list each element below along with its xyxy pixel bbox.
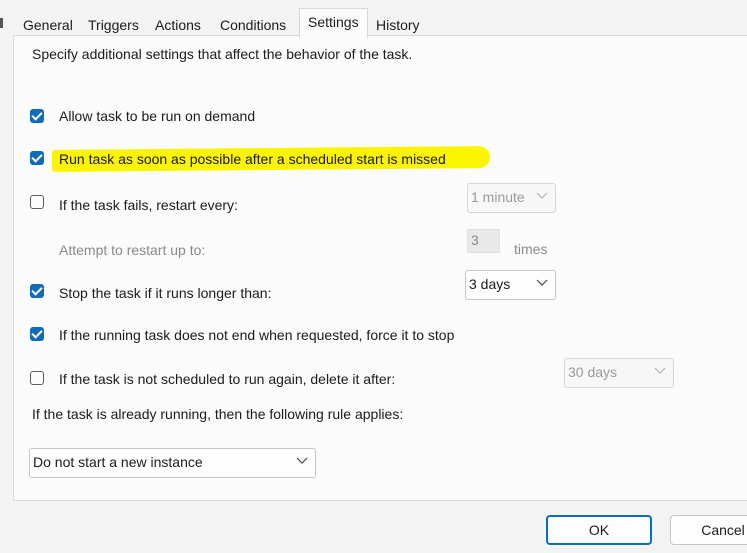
- settings-panel: [13, 35, 747, 501]
- checkbox-restart-on-fail[interactable]: [30, 195, 44, 209]
- window-edge-marker: [0, 18, 3, 28]
- label-run-missed: Run task as soon as possible after a sch…: [59, 151, 446, 167]
- tab-actions[interactable]: Actions: [155, 14, 201, 36]
- description-text: Specify additional settings that affect …: [32, 46, 413, 62]
- tab-triggers[interactable]: Triggers: [88, 14, 139, 36]
- tab-general[interactable]: General: [23, 14, 73, 36]
- label-delete-if-not-scheduled: If the task is not scheduled to run agai…: [59, 371, 396, 387]
- label-times: times: [514, 241, 548, 257]
- chevron-down-icon: [536, 279, 548, 286]
- checkbox-force-stop[interactable]: [30, 327, 44, 341]
- ok-button[interactable]: OK: [546, 515, 652, 545]
- running-rule-value: Do not start a new instance: [33, 454, 203, 470]
- tab-settings[interactable]: Settings: [299, 8, 368, 38]
- checkbox-stop-if-longer[interactable]: [30, 284, 44, 298]
- restart-attempts-input[interactable]: 3: [467, 229, 500, 253]
- delete-duration-select[interactable]: 30 days: [564, 358, 674, 388]
- chevron-down-icon: [654, 367, 666, 374]
- restart-interval-value: 1 minute: [471, 189, 525, 205]
- restart-attempts-value: 3: [471, 232, 479, 248]
- label-stop-if-longer: Stop the task if it runs longer than:: [59, 285, 272, 301]
- chevron-down-icon: [536, 192, 548, 199]
- stop-duration-select[interactable]: 3 days: [465, 270, 556, 300]
- label-force-stop: If the running task does not end when re…: [59, 327, 455, 343]
- tab-history[interactable]: History: [376, 14, 420, 36]
- label-running-rule: If the task is already running, then the…: [32, 406, 404, 422]
- stop-duration-value: 3 days: [469, 276, 511, 292]
- running-rule-select[interactable]: Do not start a new instance: [29, 448, 316, 478]
- checkbox-allow-on-demand[interactable]: [30, 109, 44, 123]
- checkbox-run-missed[interactable]: [30, 151, 44, 165]
- cancel-button[interactable]: Cancel: [670, 515, 747, 545]
- delete-duration-value: 30 days: [568, 364, 618, 380]
- checkbox-delete-if-not-scheduled[interactable]: [30, 371, 44, 385]
- restart-interval-select[interactable]: 1 minute: [467, 183, 556, 213]
- tab-conditions[interactable]: Conditions: [220, 14, 286, 36]
- label-allow-on-demand: Allow task to be run on demand: [59, 108, 256, 124]
- label-restart-on-fail: If the task fails, restart every:: [59, 197, 238, 213]
- chevron-down-icon: [296, 457, 308, 464]
- label-restart-attempts: Attempt to restart up to:: [59, 242, 206, 258]
